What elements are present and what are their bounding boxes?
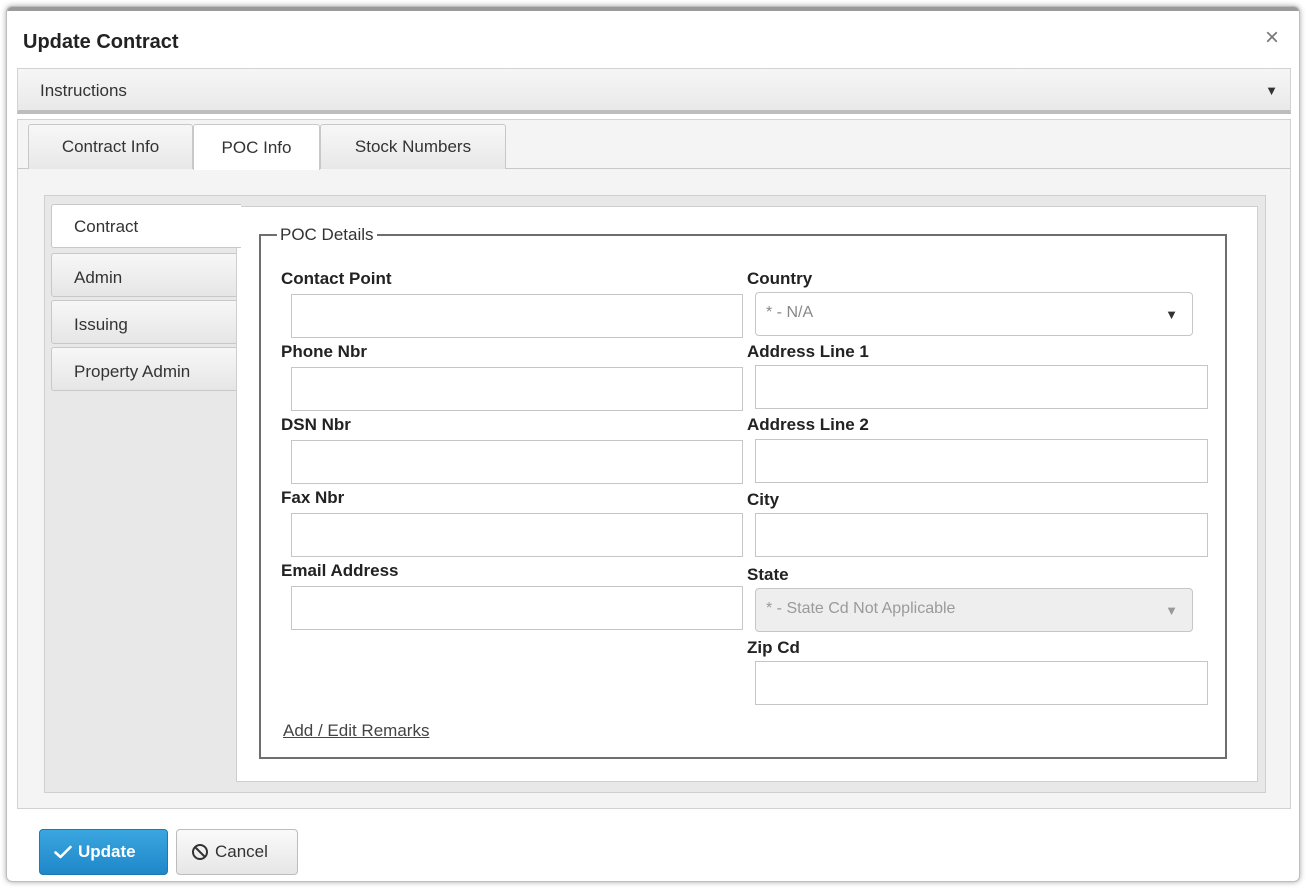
contact-point-label: Contact Point [281, 269, 392, 288]
fax-nbr-input[interactable] [291, 513, 743, 557]
tab-stock-numbers[interactable]: Stock Numbers [320, 124, 506, 169]
poc-content: POC Details Contact Point Phone Nbr DSN … [236, 206, 1258, 782]
dsn-nbr-input[interactable] [291, 440, 743, 484]
ban-icon [191, 843, 209, 861]
update-button[interactable]: Update [39, 829, 168, 875]
update-button-label: Update [78, 842, 136, 861]
zip-cd-input[interactable] [755, 661, 1208, 705]
poc-info-panel: Contract Admin Issuing Property Admin PO… [44, 195, 1266, 793]
dsn-nbr-label: DSN Nbr [281, 415, 351, 434]
address-line-2-label: Address Line 2 [747, 415, 869, 434]
country-label: Country [747, 269, 813, 288]
caret-down-icon: ▼ [1265, 83, 1278, 98]
poc-details-fieldset: POC Details Contact Point Phone Nbr DSN … [259, 225, 1227, 759]
tab-panel: Contract Info POC Info Stock Numbers Con… [17, 119, 1291, 809]
state-selected-value: * - State Cd Not Applicable [766, 600, 956, 617]
phone-nbr-label: Phone Nbr [281, 342, 367, 361]
dropdown-arrow-icon: ▼ [1165, 307, 1178, 322]
dialog-top-bar [7, 7, 1299, 11]
country-selected-value: * - N/A [766, 304, 814, 321]
state-label: State [747, 565, 789, 584]
dialog-title: Update Contract [23, 31, 179, 53]
dropdown-arrow-icon: ▼ [1165, 603, 1178, 618]
close-icon[interactable]: × [1261, 26, 1283, 50]
side-tab-contract[interactable]: Contract [51, 204, 241, 248]
check-icon [54, 845, 72, 859]
city-label: City [747, 490, 780, 509]
side-tab-issuing[interactable]: Issuing [51, 300, 237, 344]
cancel-button[interactable]: Cancel [176, 829, 298, 875]
address-line-2-input[interactable] [755, 439, 1208, 483]
fax-nbr-label: Fax Nbr [281, 488, 345, 507]
tab-poc-info[interactable]: POC Info [193, 124, 320, 170]
state-select[interactable]: * - State Cd Not Applicable ▼ [755, 588, 1193, 632]
update-contract-dialog: Update Contract × Instructions ▼ Contrac… [6, 6, 1300, 882]
add-edit-remarks-link[interactable]: Add / Edit Remarks [283, 721, 429, 741]
email-address-label: Email Address [281, 561, 399, 580]
email-address-input[interactable] [291, 586, 743, 630]
cancel-button-label: Cancel [215, 842, 268, 861]
country-select[interactable]: * - N/A ▼ [755, 292, 1193, 336]
side-tab-admin[interactable]: Admin [51, 253, 237, 297]
instructions-bar[interactable]: Instructions ▼ [17, 68, 1291, 114]
city-input[interactable] [755, 513, 1208, 557]
tab-contract-info[interactable]: Contract Info [28, 124, 193, 169]
zip-cd-label: Zip Cd [747, 638, 800, 657]
poc-details-legend: POC Details [280, 225, 374, 244]
side-tab-property-admin[interactable]: Property Admin [51, 347, 237, 391]
address-line-1-input[interactable] [755, 365, 1208, 409]
contact-point-input[interactable] [291, 294, 743, 338]
address-line-1-label: Address Line 1 [747, 342, 869, 361]
phone-nbr-input[interactable] [291, 367, 743, 411]
instructions-label: Instructions [40, 81, 127, 100]
